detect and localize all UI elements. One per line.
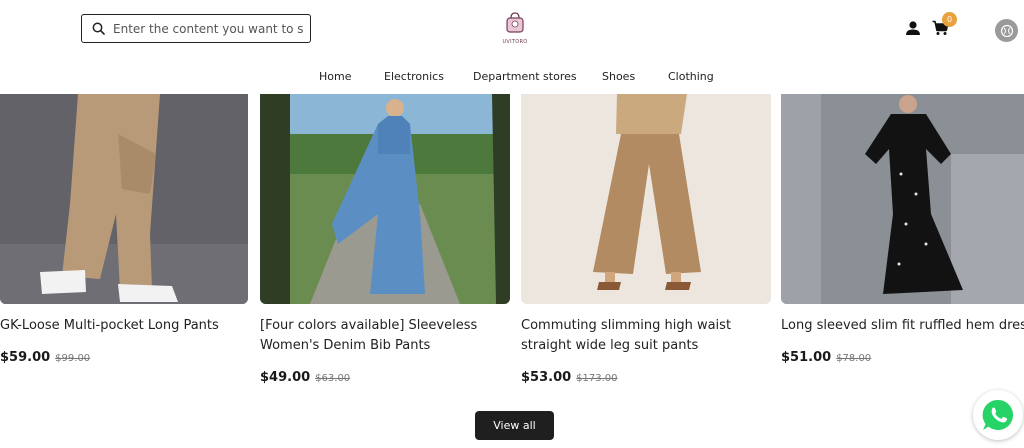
product-price: $51.00 $78.00 [781,350,871,365]
main-nav: Home Electronics Department stores Shoes… [0,70,1024,88]
product-price: $53.00 $173.00 [521,370,618,385]
nav-item-home[interactable]: Home [319,70,351,83]
site-logo[interactable]: UVITORO [498,10,532,46]
product-photo-cargo-pants [0,94,248,304]
whatsapp-chat-button[interactable] [973,390,1023,440]
original-price: $63.00 [315,373,351,384]
nav-item-department-stores[interactable]: Department stores [473,70,577,83]
current-price: $53.00 [521,370,572,385]
product-image[interactable] [0,94,248,304]
site-header: UVITORO 0 Home Electronics Department st… [0,0,1024,94]
product-image[interactable] [521,94,771,304]
product-card[interactable]: GK-Loose Multi-pocket Long Pants $59.00 $… [0,94,250,365]
search-input[interactable] [113,21,303,36]
current-price: $51.00 [781,350,832,365]
product-title[interactable]: GK-Loose Multi-pocket Long Pants [0,316,260,336]
product-photo-ruffled-dress [781,94,1024,304]
product-title[interactable]: Commuting slimming high waist straight w… [521,316,771,356]
original-price: $78.00 [836,353,872,364]
current-price: $49.00 [260,370,311,385]
cart-count-badge: 0 [942,12,957,27]
product-title[interactable]: Long sleeved slim fit ruffled hem dress [781,316,1024,336]
search-box[interactable] [81,14,311,43]
product-photo-denim-overalls [260,94,510,304]
product-title[interactable]: [Four colors available] Sleeveless Women… [260,316,510,356]
original-price: $99.00 [55,353,91,364]
original-price: $173.00 [576,373,618,384]
user-icon[interactable] [905,20,921,36]
product-card[interactable]: Commuting slimming high waist straight w… [521,94,771,385]
product-image[interactable] [781,94,1024,304]
product-price: $49.00 $63.00 [260,370,350,385]
nav-item-shoes[interactable]: Shoes [602,70,635,83]
product-photo-wide-leg-pants [521,94,771,304]
view-all-button[interactable]: View all [475,411,554,440]
logo-text: UVITORO [502,39,528,45]
current-price: $59.00 [0,350,51,365]
product-card[interactable]: [Four colors available] Sleeveless Women… [260,94,510,385]
whatsapp-icon [982,399,1014,430]
nav-item-clothing[interactable]: Clothing [668,70,714,83]
search-icon[interactable] [92,22,105,35]
nav-item-electronics[interactable]: Electronics [384,70,444,83]
language-switcher[interactable] [995,19,1018,42]
product-image[interactable] [260,94,510,304]
language-icon [1000,24,1013,37]
product-card[interactable]: Long sleeved slim fit ruffled hem dress … [781,94,1024,365]
bag-logo-icon [506,12,524,33]
product-price: $59.00 $99.00 [0,350,90,365]
